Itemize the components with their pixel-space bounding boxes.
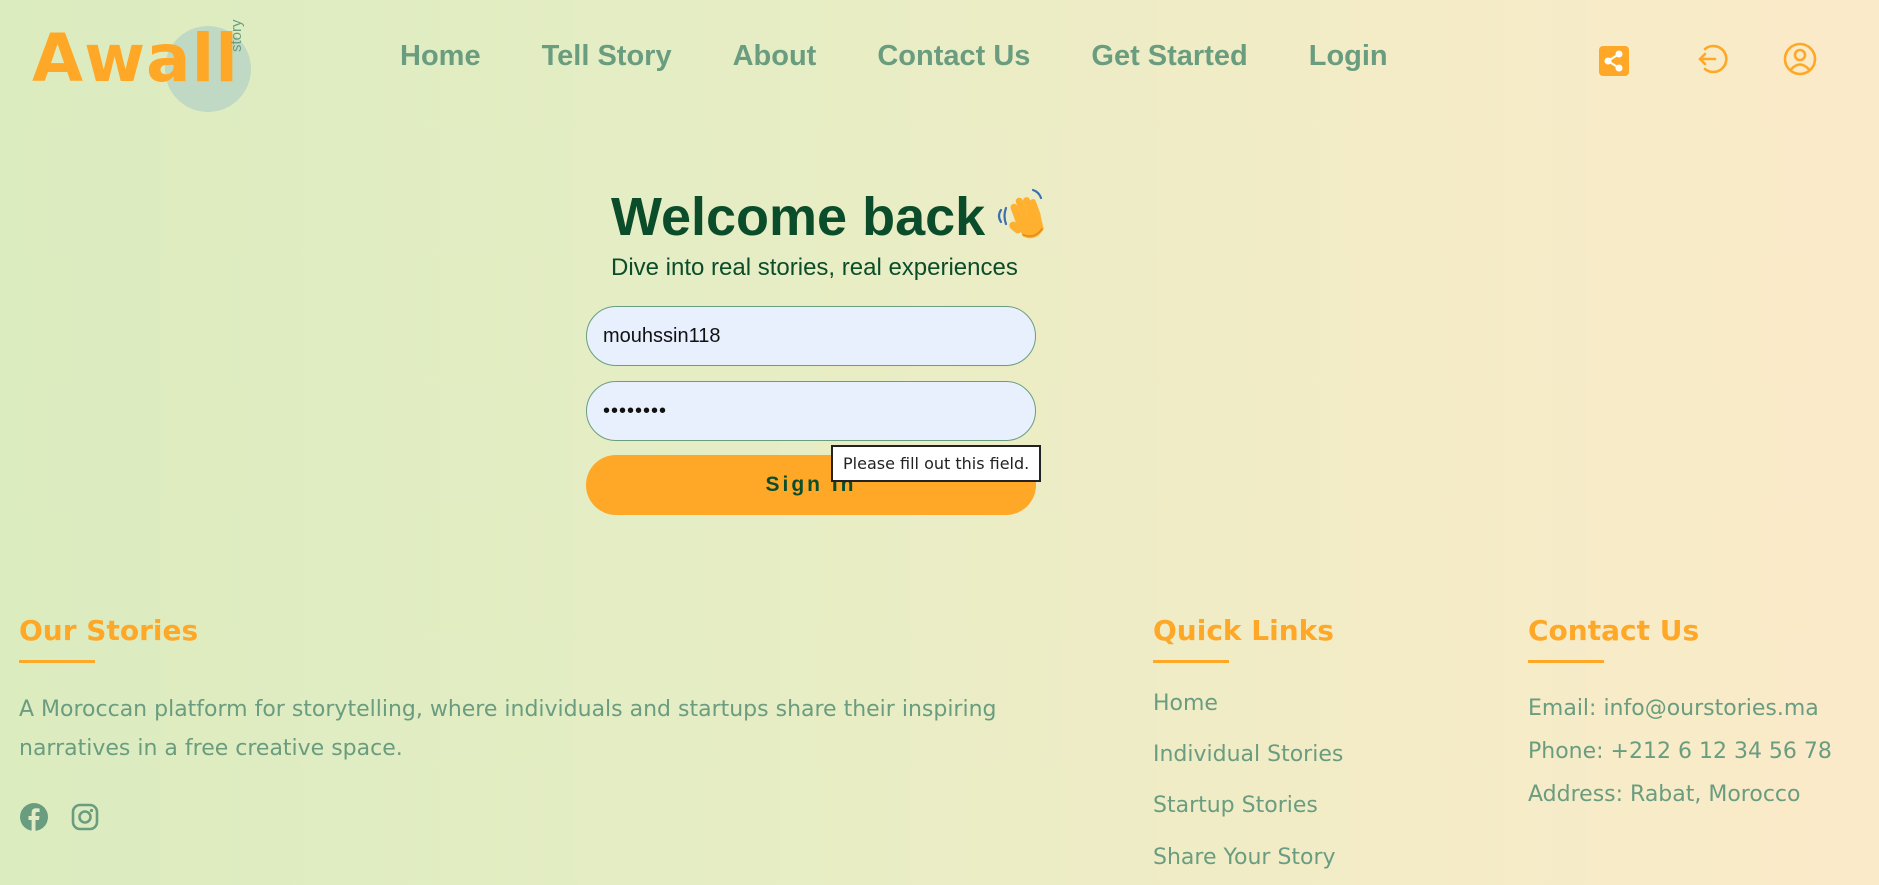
footer-link-startup-stories[interactable]: Startup Stories — [1153, 793, 1318, 818]
footer-heading-contact: Contact Us — [1528, 614, 1700, 647]
logo-subtext: story — [228, 19, 245, 52]
nav-tell-story[interactable]: Tell Story — [542, 40, 672, 73]
page-subtitle: Dive into real stories, real experiences — [611, 254, 1018, 281]
footer-link-share-your-story[interactable]: Share Your Story — [1153, 845, 1336, 870]
footer-link-home[interactable]: Home — [1153, 691, 1218, 716]
logo-text: Awall — [32, 20, 239, 97]
nav-about[interactable]: About — [733, 40, 817, 73]
main-nav: Home Tell Story About Contact Us Get Sta… — [400, 40, 1388, 73]
logo[interactable]: Awall story — [32, 19, 272, 114]
nav-contact-us[interactable]: Contact Us — [877, 40, 1030, 73]
username-input[interactable]: mouhssin118 — [586, 306, 1036, 366]
footer-contact-phone: Phone: +212 6 12 34 56 78 — [1528, 739, 1832, 764]
waving-hand-icon — [997, 188, 1044, 239]
footer-description: A Moroccan platform for storytelling, wh… — [19, 697, 997, 761]
footer-contact-email: Email: info@ourstories.ma — [1528, 696, 1819, 721]
instagram-icon[interactable] — [70, 802, 100, 832]
nav-get-started[interactable]: Get Started — [1091, 40, 1247, 73]
footer-underline — [1153, 660, 1229, 663]
password-input[interactable]: •••••••• — [586, 381, 1036, 441]
facebook-icon[interactable] — [19, 802, 49, 832]
footer-link-individual-stories[interactable]: Individual Stories — [1153, 742, 1343, 767]
footer-underline — [1528, 660, 1604, 663]
validation-tooltip: Please fill out this field. — [831, 445, 1042, 482]
logout-icon[interactable] — [1694, 42, 1728, 76]
nav-home[interactable]: Home — [400, 40, 481, 73]
header: Awall story Home Tell Story About Contac… — [0, 0, 1879, 120]
footer-contact-address: Address: Rabat, Morocco — [1528, 782, 1801, 807]
footer-heading-stories: Our Stories — [19, 614, 199, 647]
footer-underline — [19, 660, 95, 663]
page-title: Welcome back — [611, 187, 986, 247]
user-icon[interactable] — [1783, 42, 1817, 76]
share-icon[interactable] — [1597, 44, 1631, 78]
nav-login[interactable]: Login — [1309, 40, 1388, 73]
footer-heading-quick-links: Quick Links — [1153, 614, 1334, 647]
